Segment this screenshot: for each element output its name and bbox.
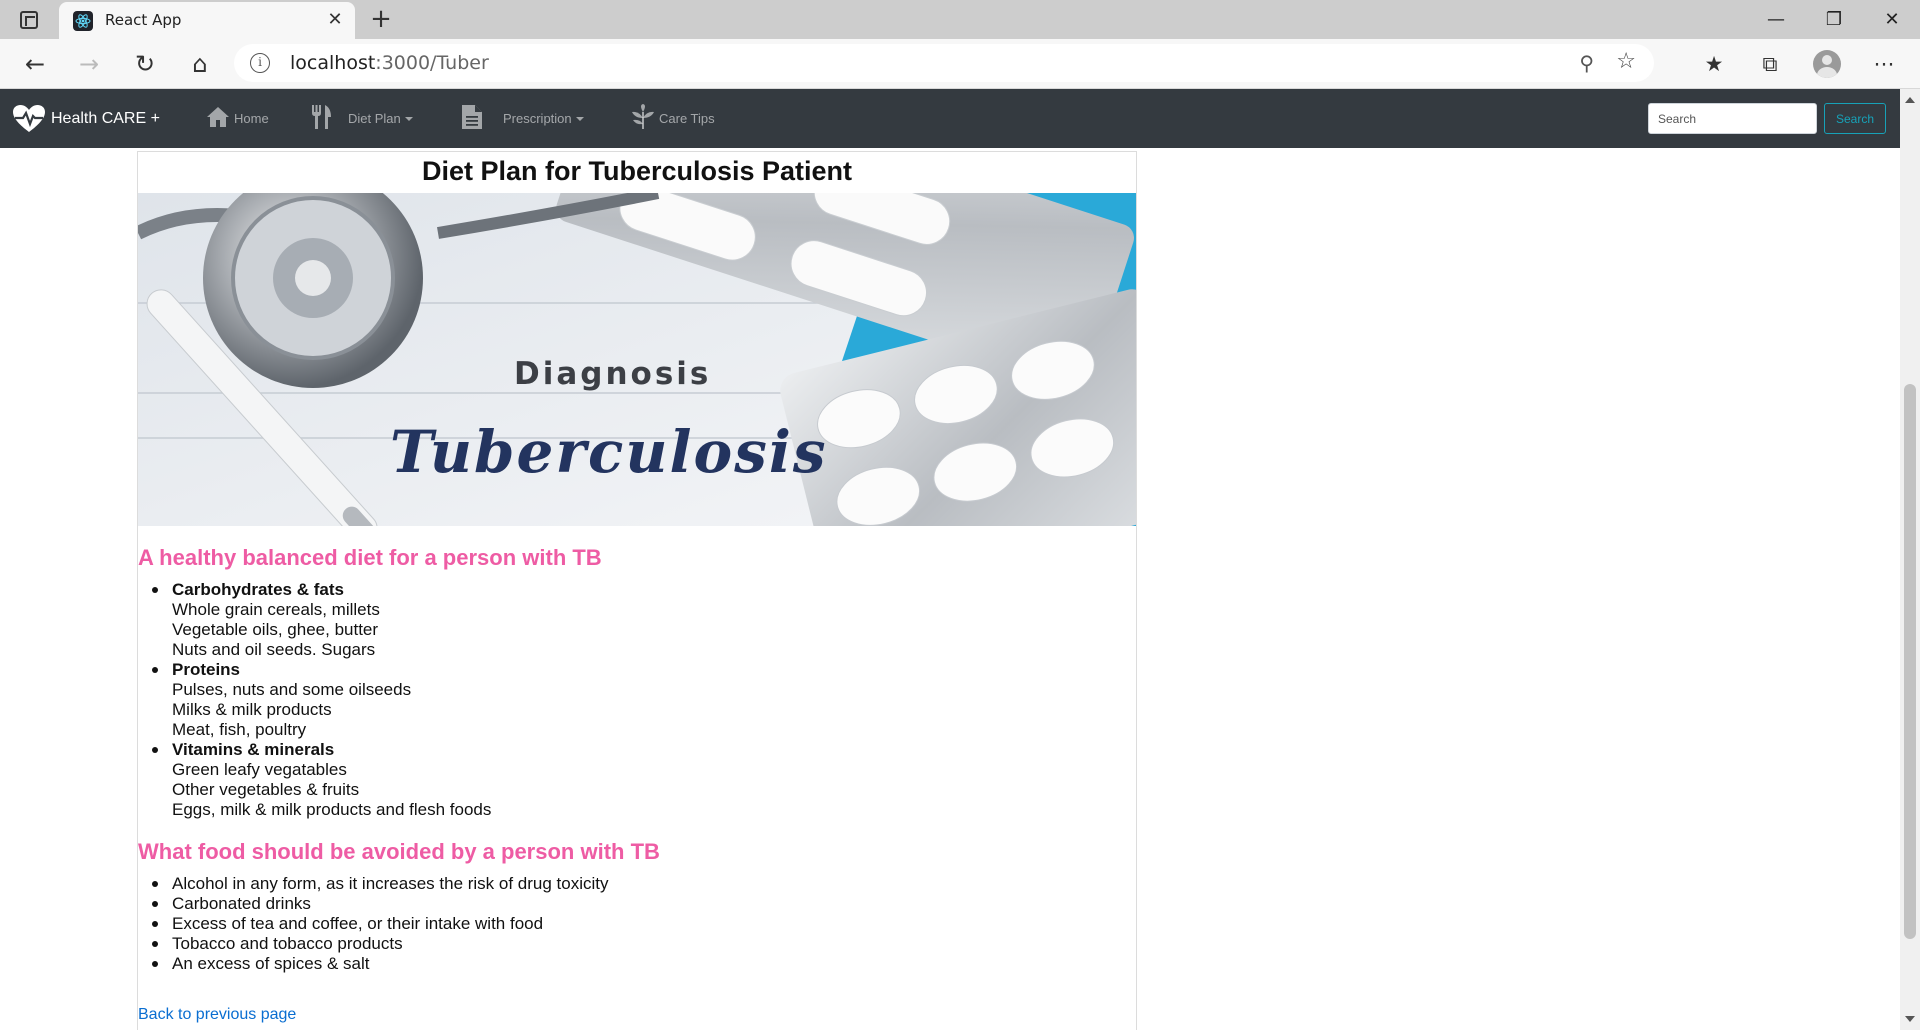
list-item: Carbonated drinks <box>152 894 609 914</box>
tab-actions-icon[interactable] <box>20 11 38 29</box>
add-favorite-icon[interactable]: ☆ <box>1616 49 1636 74</box>
page-scrollbar[interactable] <box>1900 89 1920 1030</box>
nav-prescription-label: Prescription <box>503 111 572 126</box>
nav-home[interactable]: Home <box>206 89 269 148</box>
utensils-icon <box>310 104 332 133</box>
list-item: Proteins Pulses, nuts and some oilseeds Mi… <box>152 660 491 740</box>
app-navbar: Health CARE + Home Diet Plan Prescriptio… <box>0 89 1900 148</box>
home-browser-icon[interactable]: ⌂ <box>183 48 217 80</box>
list-item-text: Carbonated drinks <box>172 894 311 913</box>
nav-care-tips[interactable]: Care Tips <box>631 89 715 148</box>
site-info-icon[interactable]: i <box>250 53 270 73</box>
section-heading-healthy-diet: A healthy balanced diet for a person wit… <box>138 545 602 570</box>
url-host: localhost <box>290 52 376 74</box>
bullet <box>152 747 158 753</box>
new-tab-button[interactable]: + <box>366 5 396 35</box>
forward-arrow-icon[interactable]: → <box>72 48 106 80</box>
bullet <box>152 881 158 887</box>
nav-prescription[interactable]: Prescription <box>461 89 584 148</box>
scroll-down-arrow-icon[interactable] <box>1905 1016 1915 1022</box>
list-item: Alcohol in any form, as it increases the… <box>152 874 609 894</box>
group-line: Milks & milk products <box>172 700 332 719</box>
section-heading-avoid-food: What food should be avoided by a person … <box>138 839 660 864</box>
collections-icon[interactable]: ⧉ <box>1754 49 1786 79</box>
list-item-text: An excess of spices & salt <box>172 954 370 973</box>
bullet <box>152 961 158 967</box>
scrollbar-thumb[interactable] <box>1904 384 1916 939</box>
reload-icon[interactable]: ↻ <box>128 48 162 80</box>
nav-home-label: Home <box>234 111 269 126</box>
group-line: Eggs, milk & milk products and flesh foo… <box>172 800 492 819</box>
list-item-text: Excess of tea and coffee, or their intak… <box>172 914 544 933</box>
list-item-text: Alcohol in any form, as it increases the… <box>172 874 609 893</box>
chevron-down-icon <box>404 116 413 121</box>
minimize-button[interactable]: — <box>1748 0 1804 39</box>
bullet <box>152 587 158 593</box>
url-path: :3000/Tuber <box>375 52 489 74</box>
bullet <box>152 667 158 673</box>
leaf-icon <box>631 104 655 133</box>
group-title: Proteins <box>172 660 241 679</box>
address-bar[interactable]: i localhost:3000/Tuber ⚲ ☆ <box>234 44 1654 82</box>
scroll-up-arrow-icon[interactable] <box>1905 97 1915 103</box>
group-title: Vitamins & minerals <box>172 740 335 759</box>
bullet <box>152 901 158 907</box>
profile-avatar[interactable] <box>1813 50 1841 78</box>
home-icon <box>206 106 230 131</box>
search-button[interactable]: Search <box>1824 103 1886 134</box>
hero-word-diagnosis: Diagnosis <box>514 356 712 392</box>
tab-title: React App <box>105 11 182 29</box>
hero-image: Diagnosis Tuberculosis <box>138 193 1136 526</box>
url-text[interactable]: localhost:3000/Tuber <box>290 52 489 74</box>
restore-button[interactable]: ❐ <box>1806 0 1862 39</box>
zoom-icon[interactable]: ⚲ <box>1579 51 1594 75</box>
group-line: Green leafy vegatables <box>172 760 347 779</box>
list-item-text: Tobacco and tobacco products <box>172 934 403 953</box>
heart-pulse-icon <box>13 105 45 132</box>
favorites-icon[interactable]: ★ <box>1698 49 1730 79</box>
back-arrow-icon[interactable]: ← <box>18 48 52 80</box>
group-line: Vegetable oils, ghee, butter <box>172 620 379 639</box>
group-title: Carbohydrates & fats <box>172 580 344 599</box>
group-line: Pulses, nuts and some oilseeds <box>172 680 412 699</box>
nav-diet-plan[interactable]: Diet Plan <box>310 89 413 148</box>
back-to-previous-link[interactable]: Back to previous page <box>138 1006 296 1024</box>
search-input[interactable] <box>1648 103 1817 134</box>
nav-care-tips-label: Care Tips <box>659 111 715 126</box>
hero-word-tuberculosis: Tuberculosis <box>390 418 828 486</box>
list-item: Vitamins & minerals Green leafy vegatable… <box>152 740 492 820</box>
list-item: Carbohydrates & fats Whole grain cereals,… <box>152 580 491 660</box>
page-title: Diet Plan for Tuberculosis Patient <box>421 156 853 186</box>
list-item: An excess of spices & salt <box>152 954 609 974</box>
list-item: Tobacco and tobacco products <box>152 934 609 954</box>
group-line: Whole grain cereals, millets <box>172 600 380 619</box>
healthy-diet-list: Carbohydrates & fats Whole grain cereals,… <box>152 580 492 820</box>
file-icon <box>461 104 483 133</box>
brand-name: Health CARE + <box>51 110 160 127</box>
avoid-food-list: Alcohol in any form, as it increases the… <box>152 874 609 974</box>
list-item: Excess of tea and coffee, or their intak… <box>152 914 609 934</box>
content-card: Diet Plan for Tuberculosis Patient Diagn… <box>137 151 1137 1030</box>
group-line: Meat, fish, poultry <box>172 720 307 739</box>
more-menu-icon[interactable]: ⋯ <box>1868 49 1900 79</box>
tab-close-icon[interactable]: ✕ <box>323 8 347 32</box>
group-line: Other vegetables & fruits <box>172 780 360 799</box>
browser-toolbar: ← → ↻ ⌂ i localhost:3000/Tuber ⚲ ☆ ★ ⧉ ⋯ <box>0 39 1920 89</box>
brand-link[interactable]: Health CARE + <box>12 101 160 137</box>
browser-tab-strip: React App ✕ + — ❐ ✕ <box>0 0 1920 39</box>
close-window-button[interactable]: ✕ <box>1864 0 1920 39</box>
react-favicon-icon <box>73 11 93 31</box>
bullet <box>152 941 158 947</box>
nav-diet-plan-label: Diet Plan <box>348 111 401 126</box>
browser-tab[interactable]: React App ✕ <box>59 2 355 39</box>
chevron-down-icon <box>575 116 584 121</box>
bullet <box>152 921 158 927</box>
group-line: Nuts and oil seeds. Sugars <box>172 640 376 659</box>
